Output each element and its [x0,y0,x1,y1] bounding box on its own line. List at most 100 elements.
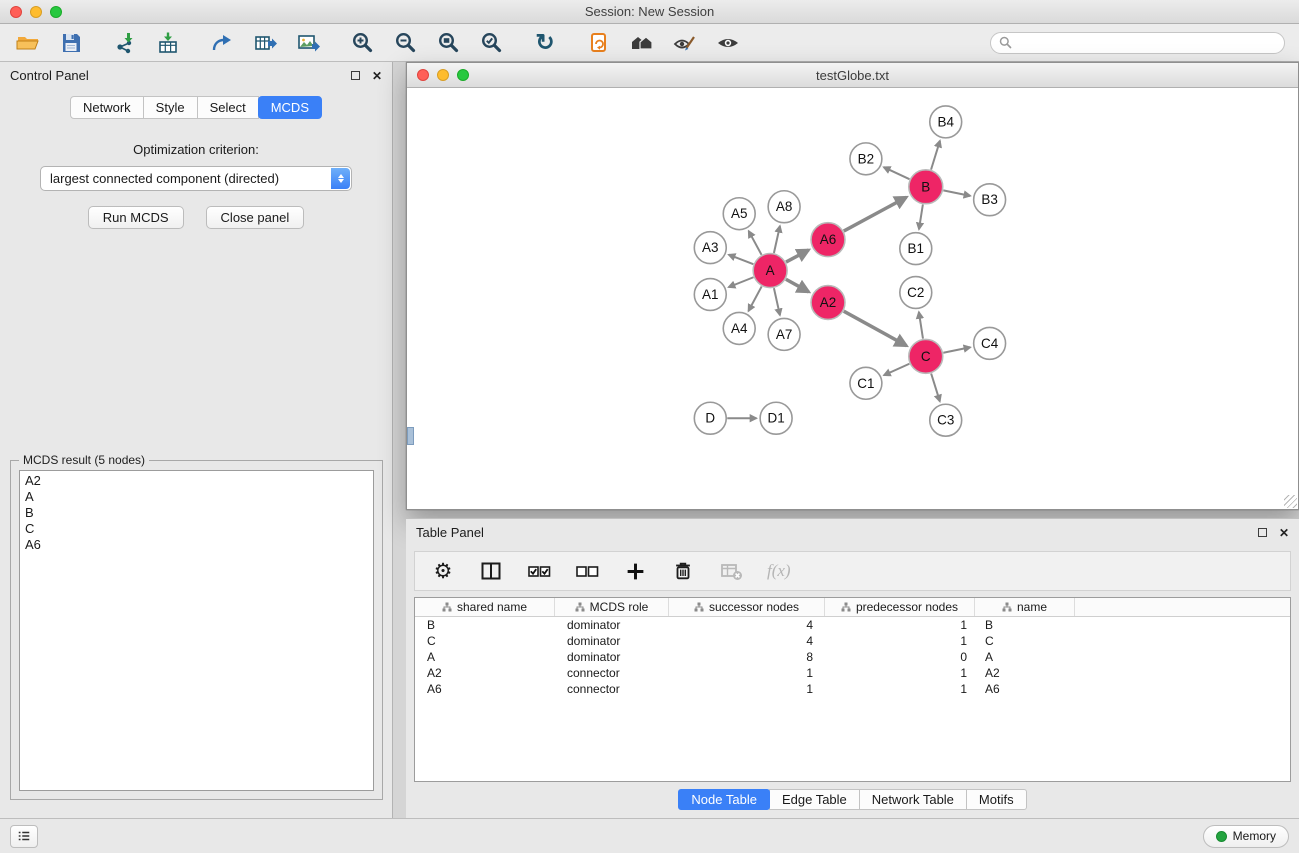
zoom-out-button[interactable] [391,29,419,57]
network-graph[interactable]: B4B2BB3A8A5A6A3B1AC2A1A2A4A7C4CC1DD1C3 [407,89,1298,509]
open-session-button[interactable] [14,29,42,57]
mcds-result-item[interactable]: A6 [25,537,368,553]
close-window-button[interactable] [10,6,22,18]
delete-columns-button[interactable] [671,559,695,583]
function-builder-button[interactable]: f(x) [767,561,791,581]
tab-node-table[interactable]: Node Table [678,789,770,810]
network-canvas[interactable]: B4B2BB3A8A5A6A3B1AC2A1A2A4A7C4CC1DD1C3 [407,89,1298,509]
column-header-shared-name[interactable]: shared name [415,598,555,616]
table-row[interactable]: Adominator80A [415,649,1290,665]
deselect-all-rows-button[interactable] [575,559,599,583]
export-network-button[interactable] [208,29,236,57]
tab-network-table[interactable]: Network Table [859,789,967,810]
zoom-fit-button[interactable] [434,29,462,57]
save-floppy-icon [59,31,83,55]
run-mcds-button[interactable]: Run MCDS [88,206,184,229]
column-header-successor-nodes[interactable]: successor nodes [669,598,825,616]
apply-layout-button[interactable]: ↻ [531,29,559,57]
table-cell: connector [555,665,669,681]
mcds-result-item[interactable]: B [25,505,368,521]
mcds-result-item[interactable]: A [25,489,368,505]
show-hide-details-button[interactable] [714,29,742,57]
table-row[interactable]: Cdominator41C [415,633,1290,649]
list-icon [16,829,32,843]
mcds-result-item[interactable]: C [25,521,368,537]
network-minimize-button[interactable] [437,69,449,81]
export-image-button[interactable] [294,29,322,57]
graph-edge-A-A5[interactable] [749,231,762,255]
tab-select[interactable]: Select [197,96,259,119]
show-home-panel-button[interactable] [628,29,656,57]
toggle-columns-button[interactable] [479,559,503,583]
table-row[interactable]: A2connector11A2 [415,665,1290,681]
mcds-result-title: MCDS result (5 nodes) [19,453,149,467]
graph-edge-A-A7[interactable] [774,288,780,315]
graph-edge-A-A8[interactable] [774,226,780,253]
minimize-window-button[interactable] [30,6,42,18]
table-row[interactable]: Bdominator41B [415,617,1290,633]
graph-edge-A2-C[interactable] [844,311,907,346]
graph-edge-A-A3[interactable] [729,255,754,264]
delete-table-button[interactable] [719,559,743,583]
zoom-window-button[interactable] [50,6,62,18]
optimization-criterion-select[interactable]: largest connected component (directed) [40,166,352,191]
table-settings-button[interactable]: ⚙ [431,559,455,583]
graph-edge-A-A6[interactable] [786,250,809,262]
select-all-rows-button[interactable] [527,559,551,583]
tab-mcds[interactable]: MCDS [258,96,322,119]
column-header-predecessor-nodes[interactable]: predecessor nodes [825,598,975,616]
import-table-button[interactable] [154,29,182,57]
mcds-result-item[interactable]: A2 [25,473,368,489]
main-toolbar: ↻ [0,24,1299,62]
close-table-panel-icon[interactable]: ✕ [1279,527,1289,539]
graph-edge-A6-B[interactable] [844,197,907,231]
graph-edge-B-B1[interactable] [919,205,923,230]
graph-edge-B-B3[interactable] [943,190,970,195]
table-row[interactable]: A6connector11A6 [415,681,1290,697]
cycle-views-button[interactable] [585,29,613,57]
add-column-button[interactable] [623,559,647,583]
graph-edge-C-C2[interactable] [919,312,923,339]
graph-edge-A-A1[interactable] [729,277,754,287]
tab-style[interactable]: Style [143,96,198,119]
graph-node-label: A3 [702,240,718,255]
window-resize-grip[interactable] [1284,495,1297,508]
column-header-name[interactable]: name [975,598,1075,616]
save-session-button[interactable] [57,29,85,57]
graph-edge-A-A4[interactable] [748,286,761,311]
column-header-mcds-role[interactable]: MCDS role [555,598,669,616]
tab-network[interactable]: Network [70,96,144,119]
float-panel-icon[interactable] [351,71,360,80]
mcds-result-list[interactable]: A2ABCA6 [19,470,374,791]
graph-edge-C-C4[interactable] [943,347,970,352]
graph-edge-B-B4[interactable] [931,141,940,170]
close-panel-icon[interactable]: ✕ [372,70,382,82]
graph-node-label: B2 [858,151,874,166]
network-close-button[interactable] [417,69,429,81]
search-input[interactable] [1012,35,1276,50]
graph-edge-C-C3[interactable] [931,374,940,402]
zoom-selected-button[interactable] [477,29,505,57]
tab-motifs[interactable]: Motifs [966,789,1027,810]
graph-edge-C-C1[interactable] [884,364,909,375]
graph-node-label: D [705,411,715,426]
graph-edge-A-A2[interactable] [786,279,809,292]
export-table-button[interactable] [251,29,279,57]
zoom-in-button[interactable] [348,29,376,57]
float-table-panel-icon[interactable] [1258,528,1267,537]
window-title: Session: New Session [585,4,714,19]
graph-node-label: B4 [937,114,954,129]
birdseye-toggle-button[interactable] [407,427,414,445]
graph-edge-B-B2[interactable] [884,167,910,179]
toggle-graphics-details-button[interactable] [671,29,699,57]
network-zoom-button[interactable] [457,69,469,81]
select-all-icon [528,562,551,580]
import-network-button[interactable] [111,29,139,57]
panel-selector-button[interactable] [10,825,38,848]
graph-node-label: A [766,263,775,278]
column-type-icon [575,602,585,612]
table-cell: 1 [669,665,825,681]
tab-edge-table[interactable]: Edge Table [769,789,860,810]
close-panel-button[interactable]: Close panel [206,206,305,229]
memory-button[interactable]: Memory [1203,825,1289,848]
